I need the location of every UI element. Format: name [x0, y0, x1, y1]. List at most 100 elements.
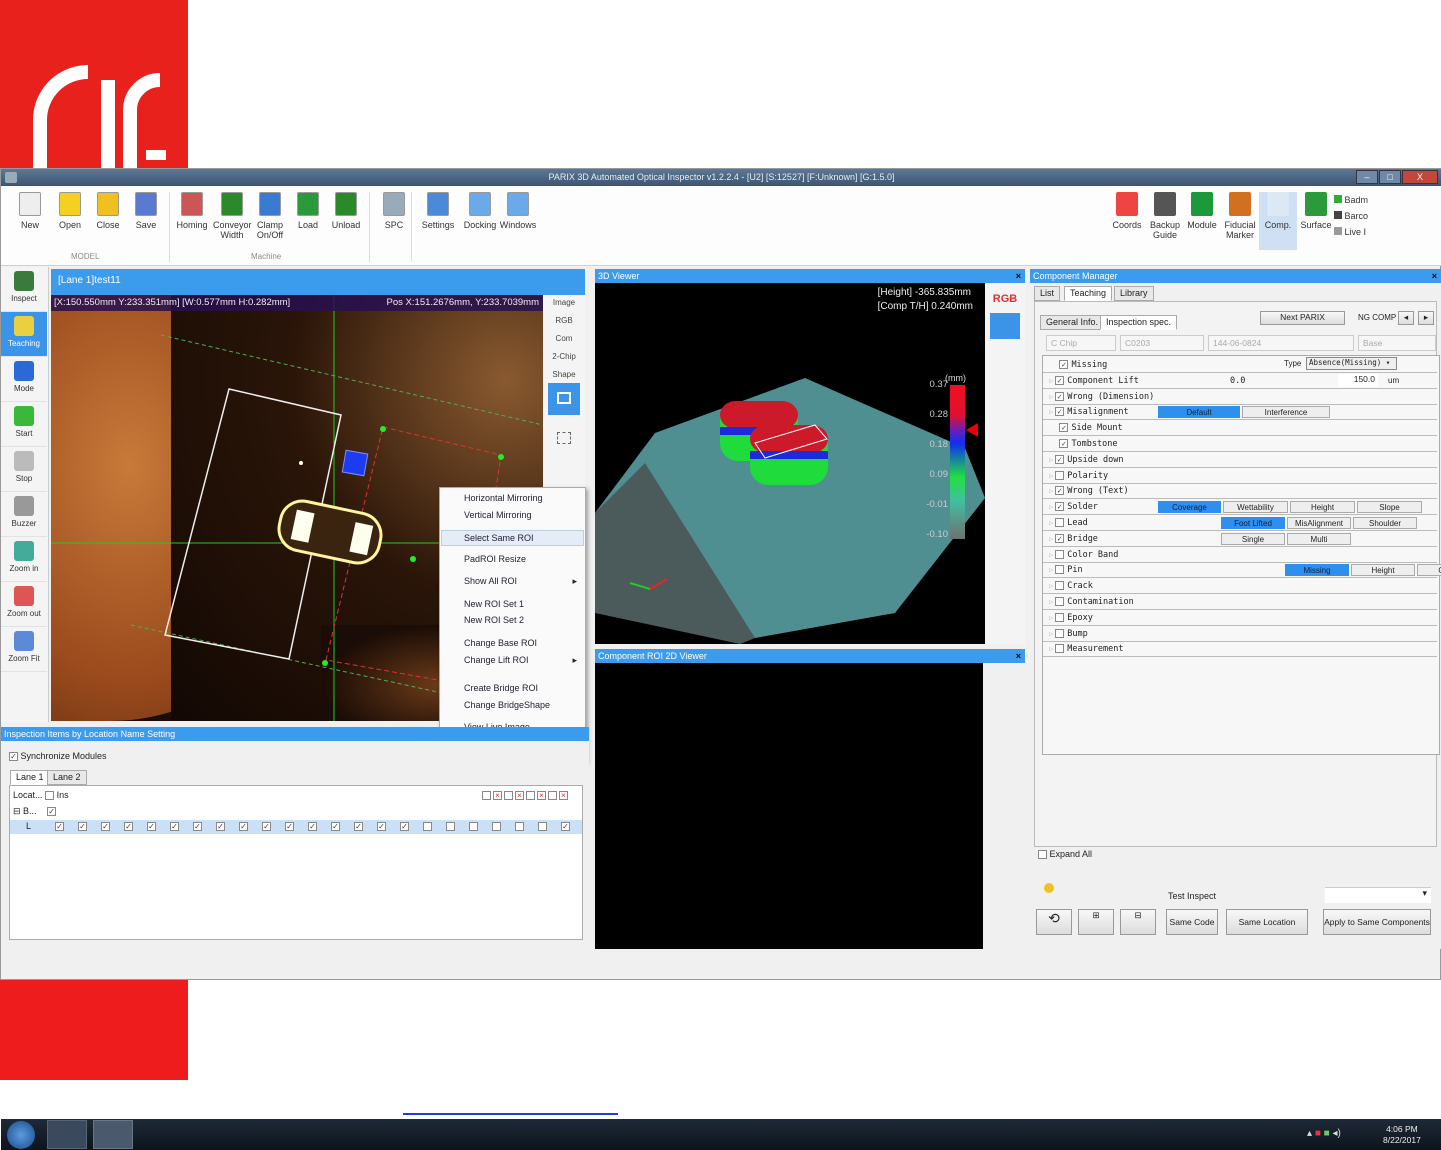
tool-buzzer-button[interactable]: Buzzer [1, 492, 47, 537]
ribbon-new-button[interactable]: New [11, 192, 49, 230]
system-tray-icons[interactable]: ▴ ■ ■ ◂) [1307, 1128, 1341, 1139]
expand-icon[interactable]: ▷ [1049, 503, 1053, 511]
item-checkbox[interactable] [423, 822, 432, 831]
item-checkbox[interactable]: ✓ [124, 822, 133, 831]
expand-icon[interactable]: ▷ [1049, 645, 1053, 653]
tab-inspection-spec[interactable]: Inspection spec. [1100, 315, 1178, 330]
menu-item-new-roi-set-2[interactable]: New ROI Set 2 [464, 615, 524, 625]
menu-item-horizontal-mirroring[interactable]: Horizontal Mirroring [464, 493, 543, 503]
item-checkbox[interactable] [1055, 597, 1065, 606]
expand-icon[interactable]: ▷ [1049, 598, 1053, 606]
refresh-button[interactable]: ⟲ [1036, 909, 1072, 935]
uncheck-all-icon[interactable]: × [559, 791, 568, 800]
minimize-button[interactable]: – [1356, 170, 1378, 184]
uncheck-all-icon[interactable]: × [537, 791, 546, 800]
uncheck-all-icon[interactable]: × [493, 791, 502, 800]
item-checkbox[interactable]: ✓ [78, 822, 87, 831]
tool-stop-button[interactable]: Stop [1, 447, 47, 492]
sub-option-multi[interactable]: Multi [1287, 532, 1351, 545]
expand-icon[interactable]: ▷ [1049, 582, 1053, 590]
item-checkbox[interactable]: ✓ [262, 822, 271, 831]
sub-option-shoulder[interactable]: Shoulder [1353, 517, 1417, 529]
ribbon-save-button[interactable]: Save [127, 192, 165, 230]
maximize-button[interactable]: □ [1379, 170, 1401, 184]
sub-option-misalignment[interactable]: MisAlignment [1287, 517, 1351, 529]
ribbon-module-button[interactable]: Module [1183, 192, 1221, 250]
item-checkbox[interactable] [515, 822, 524, 831]
tool-zoom-in-button[interactable]: Zoom in [1, 537, 47, 582]
menu-item-new-roi-set-1[interactable]: New ROI Set 1 [464, 599, 524, 609]
check-all-icon[interactable] [526, 791, 535, 800]
sub-option-interference[interactable]: Interference [1242, 406, 1330, 419]
sub-option-wettability[interactable]: Wettability [1223, 501, 1288, 514]
tab-list[interactable]: List [1034, 286, 1061, 301]
ribbon-docking-button[interactable]: Docking [461, 192, 499, 230]
chip-dropdown[interactable]: 2-Chip [543, 352, 585, 361]
ribbon-coords-button[interactable]: Coords [1108, 192, 1146, 250]
expand-icon[interactable]: ▷ [1049, 535, 1053, 543]
grid-row-board[interactable]: ⊟ B... ✓ [13, 806, 57, 817]
item-checkbox[interactable]: ✓ [331, 822, 340, 831]
tool-zoom-fit-button[interactable]: Zoom Fit [1, 627, 47, 672]
ribbon-backup-guide-button[interactable]: Backup Guide [1146, 192, 1184, 250]
item-checkbox[interactable]: ✓ [193, 822, 202, 831]
item-checkbox[interactable]: ✓ [400, 822, 409, 831]
item-checkbox[interactable]: ✓ [239, 822, 248, 831]
inspection-item-upside-down[interactable]: ▷ ✓ Upside down [1043, 453, 1437, 468]
item-checkbox[interactable] [1055, 612, 1065, 622]
item-checkbox[interactable] [1055, 644, 1065, 654]
expand-icon[interactable]: ▷ [1049, 630, 1053, 638]
inspection-item-crack[interactable]: ▷ Crack [1043, 579, 1437, 595]
lift-limit-input[interactable]: 150.0 [1338, 374, 1378, 387]
item-checkbox[interactable]: ✓ [1055, 375, 1065, 385]
ribbon-unload-button[interactable]: Unload [327, 192, 365, 230]
menu-item-select-same-roi[interactable]: Select Same ROI [441, 530, 584, 546]
test-inspect-dropdown[interactable]: ▾ [1325, 887, 1431, 903]
inspection-item-pin[interactable]: ▷ Pin MissingHeightOffset [1043, 563, 1441, 579]
viewer3d-canvas[interactable]: [Height] -365.835mm [Comp T/H] 0.240mm (… [595, 283, 985, 801]
inspection-item-epoxy[interactable]: ▷ Epoxy [1043, 611, 1437, 626]
item-checkbox[interactable]: ✓ [1055, 502, 1065, 512]
expand-icon[interactable]: ▷ [1049, 566, 1053, 574]
ribbon-surface-button[interactable]: Surface [1297, 192, 1335, 250]
menu-item-create-bridge-roi[interactable]: Create Bridge ROI [464, 683, 538, 693]
type-dropdown[interactable]: Absence(Missing) ▾ [1306, 357, 1397, 370]
item-checkbox[interactable] [446, 822, 455, 831]
synchronize-modules-checkbox[interactable]: ✓ Synchronize Modules [9, 751, 107, 762]
expand-icon[interactable] [1049, 424, 1057, 432]
close-button[interactable]: X [1402, 170, 1438, 184]
sub-option-missing[interactable]: Missing [1285, 564, 1349, 577]
tool-start-button[interactable]: Start [1, 402, 47, 447]
taskbar-app-1[interactable] [47, 1120, 87, 1149]
tool-inspect-button[interactable]: Inspect [1, 267, 47, 312]
sub-option-offset[interactable]: Offset [1417, 564, 1441, 577]
expand-icon[interactable]: ▷ [1049, 614, 1053, 622]
barcode-button[interactable]: Barco [1334, 208, 1374, 224]
inspection-item-lead[interactable]: ▷ Lead Foot Lifted MisAlignment Shoulder [1043, 516, 1437, 531]
tree-button-1[interactable]: ⊞ [1078, 909, 1114, 935]
same-code-button[interactable]: Same Code [1166, 909, 1218, 935]
sub-option-slope[interactable]: Slope [1357, 501, 1422, 514]
item-checkbox[interactable]: ✓ [354, 822, 363, 831]
rectangle-shape-button[interactable] [548, 383, 580, 415]
inspection-item-wrong-dimension-[interactable]: ▷ ✓ Wrong (Dimension) [1043, 390, 1437, 405]
tool-teaching-button[interactable]: Teaching [1, 312, 47, 357]
expand-icon[interactable]: ▷ [1049, 472, 1053, 480]
expand-all-checkbox[interactable]: Expand All [1038, 849, 1092, 860]
inspection-item-contamination[interactable]: ▷ Contamination [1043, 595, 1437, 610]
sub-option-height[interactable]: Height [1351, 564, 1415, 577]
same-location-button[interactable]: Same Location [1226, 909, 1308, 935]
item-checkbox[interactable] [538, 822, 547, 831]
item-checkbox[interactable] [1055, 565, 1065, 575]
item-checkbox[interactable] [1055, 549, 1065, 559]
ribbon-open-button[interactable]: Open [51, 192, 89, 230]
item-checkbox[interactable]: ✓ [1055, 391, 1065, 401]
expand-icon[interactable]: ▷ [1049, 408, 1053, 416]
expand-icon[interactable] [1049, 361, 1057, 369]
inspection-item-solder[interactable]: ▷ ✓ Solder Coverage Wettability Height Slope [1043, 500, 1437, 516]
sub-option-default[interactable]: Default [1158, 406, 1240, 419]
inspection-item-polarity[interactable]: ▷ Polarity [1043, 469, 1437, 484]
inspection-item-measurement[interactable]: ▷ Measurement [1043, 642, 1437, 658]
item-checkbox[interactable]: ✓ [1055, 454, 1065, 464]
expand-icon[interactable] [1049, 440, 1057, 448]
